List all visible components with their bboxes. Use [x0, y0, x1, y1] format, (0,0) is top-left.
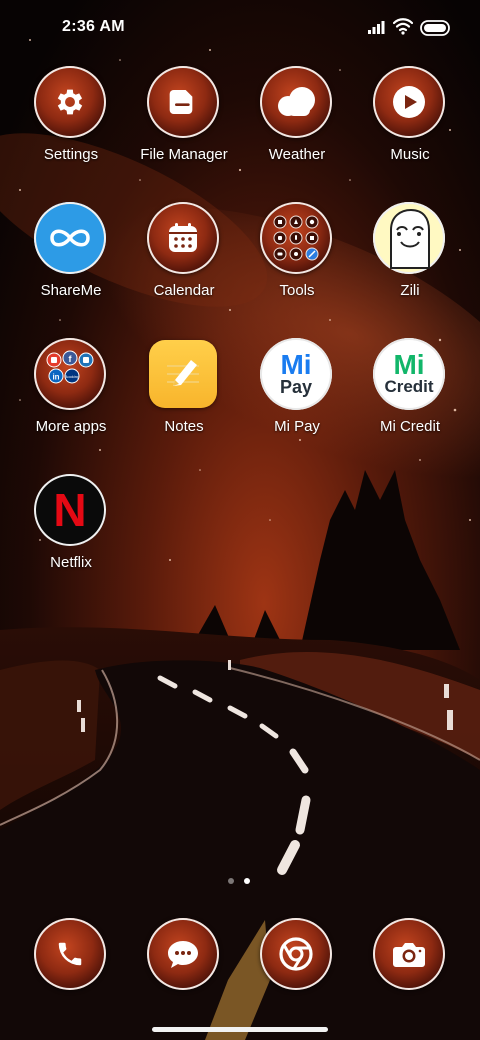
app-zili[interactable]: Zili	[354, 202, 466, 322]
app-tools[interactable]: Tools	[241, 202, 353, 322]
dock-messages[interactable]	[128, 918, 240, 998]
app-more-apps[interactable]: f in Booking More apps	[15, 338, 127, 458]
play-icon	[373, 66, 445, 138]
dock-camera[interactable]	[354, 918, 466, 998]
dock-chrome[interactable]	[241, 918, 353, 998]
app-label: Calendar	[153, 282, 215, 299]
status-bar: 2:36 AM	[0, 0, 480, 56]
app-label: File Manager	[140, 146, 228, 163]
app-settings[interactable]: Settings	[15, 66, 127, 186]
dock-phone[interactable]	[15, 918, 127, 998]
home-indicator-bar[interactable]	[152, 1027, 328, 1032]
svg-text:Booking: Booking	[65, 374, 79, 379]
app-music[interactable]: Music	[354, 66, 466, 186]
camera-icon	[373, 918, 445, 990]
mi-pay-text: Pay	[279, 377, 313, 397]
app-label: Weather	[268, 146, 326, 163]
page-dot-inactive[interactable]	[228, 878, 234, 884]
app-label: ShareMe	[40, 282, 102, 299]
apps-folder-icon: f in Booking	[34, 338, 106, 410]
app-label: Notes	[164, 418, 204, 435]
app-mi-pay[interactable]: Mi Pay Mi Pay	[241, 338, 353, 458]
app-label: Zili	[400, 282, 420, 299]
mi-pay-logo: Mi Pay	[260, 338, 332, 410]
app-calendar[interactable]: Calendar	[128, 202, 240, 322]
page-dot-active[interactable]	[244, 878, 250, 884]
app-label: Netflix	[50, 554, 92, 571]
gear-icon	[34, 66, 106, 138]
folder-icon	[147, 66, 219, 138]
chat-bubble-icon	[147, 918, 219, 990]
app-label: Mi Pay	[274, 418, 320, 435]
battery-icon	[420, 20, 450, 36]
app-netflix[interactable]: N Netflix	[15, 474, 127, 594]
mi-logo-mark: Mi	[393, 349, 425, 380]
app-label: Tools	[279, 282, 315, 299]
signal-bars-icon	[368, 21, 385, 34]
app-file-manager[interactable]: File Manager	[128, 66, 240, 186]
mi-logo-mark: Mi	[280, 349, 312, 380]
app-notes[interactable]: Notes	[128, 338, 240, 458]
phone-icon	[34, 918, 106, 990]
cloud-icon	[260, 66, 332, 138]
app-mi-credit[interactable]: Mi Credit Mi Credit	[354, 338, 466, 458]
app-label: Music	[390, 146, 430, 163]
status-time: 2:36 AM	[62, 18, 125, 35]
netflix-logo-letter: N	[53, 484, 87, 536]
mi-credit-text: Credit	[384, 377, 434, 396]
calendar-icon	[147, 202, 219, 274]
app-shareme[interactable]: ShareMe	[15, 202, 127, 322]
notes-pencil-icon	[149, 340, 217, 408]
mi-credit-logo: Mi Credit	[373, 338, 445, 410]
app-label: Mi Credit	[379, 418, 440, 435]
infinity-icon	[34, 202, 106, 274]
page-indicator[interactable]	[228, 878, 252, 886]
app-weather[interactable]: Weather	[241, 66, 353, 186]
netflix-logo: N	[34, 474, 106, 546]
app-label: More apps	[35, 418, 107, 435]
app-label: Settings	[43, 146, 99, 163]
tools-folder-icon	[260, 202, 332, 274]
zili-face-icon	[373, 202, 445, 274]
wifi-icon	[393, 18, 413, 35]
svg-text:in: in	[52, 373, 59, 382]
chrome-icon	[260, 918, 332, 990]
